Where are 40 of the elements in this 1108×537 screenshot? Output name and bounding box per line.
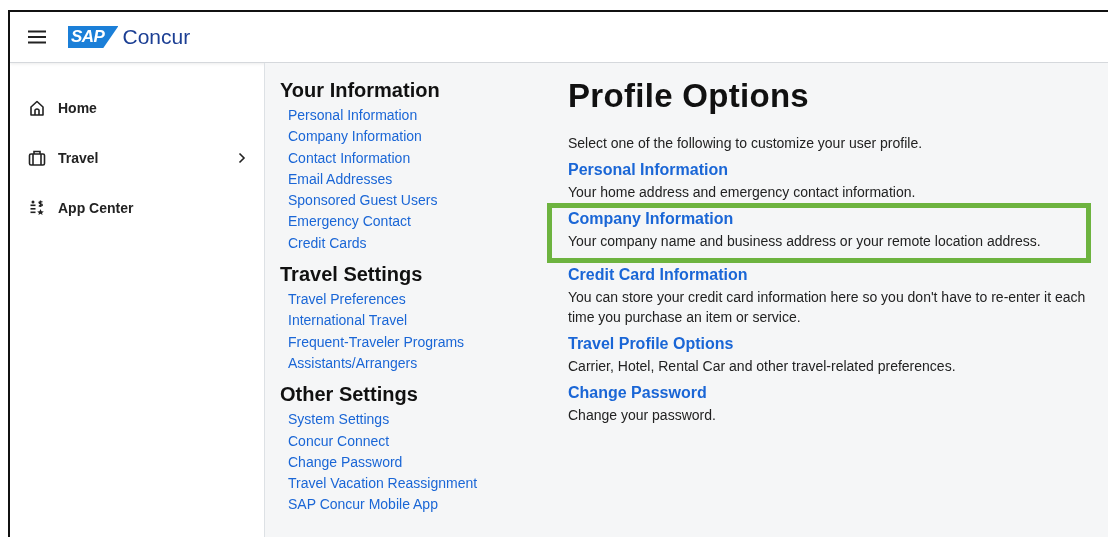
nav-link[interactable]: Frequent-Traveler Programs [288,333,465,350]
nav-link[interactable]: System Settings [288,411,390,428]
sidebar-item[interactable]: App Center [10,183,264,233]
nav-link[interactable]: International Travel [288,312,408,329]
nav-link[interactable]: Credit Cards [288,234,367,251]
nav-link[interactable]: Contact Information [288,149,411,166]
logo-mark: SAP [68,26,119,48]
nav-link[interactable]: Company Information [288,128,422,145]
nav-link[interactable]: Email Addresses [288,170,393,187]
nav-link[interactable]: Concur Connect [288,432,390,449]
logo-text: Concur [122,25,191,49]
sidebar-item[interactable]: Home [10,83,264,133]
nav-link[interactable]: Emergency Contact [288,213,411,230]
option-link[interactable]: Credit Card Information [568,266,748,284]
menu-button[interactable] [28,30,46,44]
nav-link[interactable]: Change Password [288,453,403,470]
nav-link[interactable]: Personal Information [288,107,418,123]
nav-link[interactable]: Sponsored Guest Users [288,192,438,209]
apps-icon [28,199,46,217]
option-description: Change your password. [568,406,717,425]
option-link[interactable]: Personal Information [568,161,729,179]
house-icon [28,99,46,117]
sidebar-item[interactable]: Travel [10,133,264,183]
section-heading: Other Settings [280,383,419,407]
nav-link[interactable]: Travel Vacation Reassignment [288,475,478,492]
option-link[interactable]: Travel Profile Options [568,335,734,353]
option-description: Carrier, Hotel, Rental Car and other travel-related preferences. [568,357,957,376]
option-link[interactable]: Company Information [568,210,734,228]
option-description: Your home address and emergency contact information. [568,183,917,202]
briefcase-icon [28,149,46,167]
section-heading: Travel Settings [280,263,424,287]
nav-link[interactable]: Assistants/Arrangers [288,354,418,371]
page-title: Profile Options [568,77,810,115]
option-description: You can store your credit card information here so you don't have to re-enter it each time you purchase an item or service. [568,288,1087,327]
nav-link[interactable]: SAP Concur Mobile App [288,496,438,513]
intro-text: Select one of the following to customize your user profile. [568,135,924,151]
nav-link[interactable]: Travel Preferences [288,291,406,308]
option-description: Your company name and business address or your remote location address. [568,232,1042,251]
option-link[interactable]: Change Password [568,384,707,402]
section-heading: Your Information [280,79,441,102]
